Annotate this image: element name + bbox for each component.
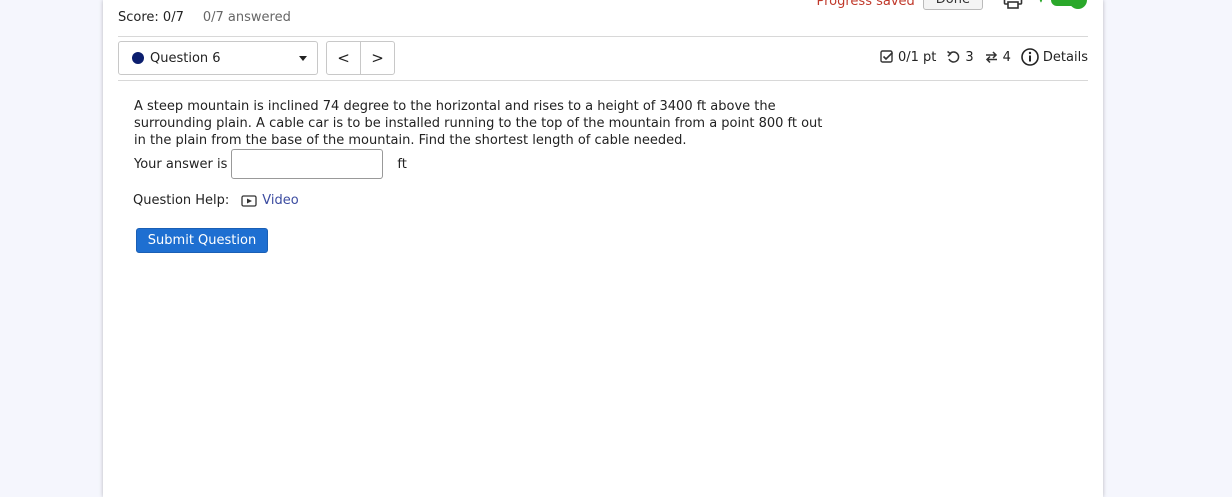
retries-count: 3 [965,49,974,65]
question-status-dot [132,52,144,64]
sqrt-icon: √ [1037,0,1046,6]
print-icon[interactable] [1003,0,1023,9]
checkbox-icon [880,50,894,63]
answered-count: 0/7 answered [202,10,291,25]
caret-down-icon [299,55,307,61]
answer-row: Your answer is ft [134,149,407,179]
score-text: Score: 0/7 [118,10,184,25]
retry-icon [947,50,960,63]
details-link[interactable]: Details [1043,50,1088,65]
done-button[interactable]: Done [922,0,983,10]
video-link-label: Video [262,193,299,208]
answer-input[interactable] [231,149,384,179]
answer-prompt: Your answer is [134,156,228,172]
question-help: Question Help: Video [133,193,299,208]
score-bar: Score: 0/7 0/7 answered [118,10,291,25]
top-toolbar: Progress saved Done √ [816,0,1087,10]
attempts-count: 4 [1002,49,1011,65]
next-question-button[interactable]: > [360,42,394,74]
assignment-panel: Progress saved Done √ Score: 0/7 0/7 ans… [103,0,1103,497]
math-toggle[interactable]: √ [1037,0,1087,9]
question-nav-buttons: < > [326,41,395,75]
question-select-label: Question 6 [150,50,221,66]
divider [118,36,1088,37]
progress-status: Progress saved [816,0,915,9]
toggle-knob [1069,0,1087,9]
attempts-icon [985,51,997,64]
previous-question-button[interactable]: < [327,42,360,74]
question-select[interactable]: Question 6 [118,41,318,75]
video-icon [241,194,257,207]
submit-question-button[interactable]: Submit Question [136,228,268,253]
question-help-label: Question Help: [133,193,230,208]
question-meta: 0/1 pt 3 4 Details [880,48,1088,66]
divider [118,80,1088,81]
video-help-link[interactable]: Video [241,193,299,208]
info-icon[interactable] [1021,48,1039,66]
question-text: A steep mountain is inclined 74 degree t… [134,99,823,148]
points-text: 0/1 pt [897,49,937,65]
answer-unit: ft [397,156,407,172]
